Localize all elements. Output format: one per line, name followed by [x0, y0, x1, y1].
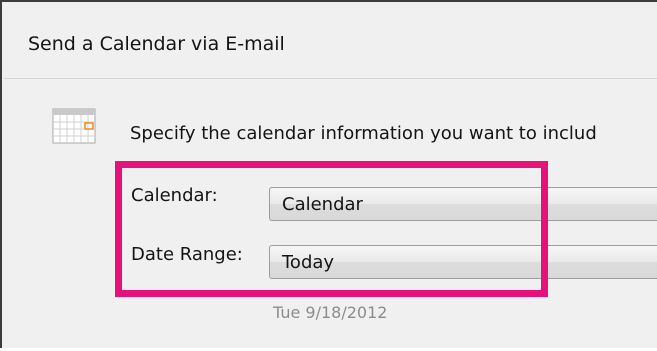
- calendar-dropdown-value: Calendar: [282, 194, 363, 215]
- date-range-label: Date Range:: [131, 244, 243, 265]
- date-range-dropdown-value: Today: [282, 252, 335, 273]
- window-title: Send a Calendar via E-mail: [28, 33, 285, 55]
- dialog-window: Send a Calendar via E-mail: [0, 0, 657, 348]
- calendar-grid-icon: [52, 108, 96, 144]
- date-range-dropdown[interactable]: Today: [269, 245, 657, 279]
- title-bar[interactable]: Send a Calendar via E-mail: [4, 4, 657, 78]
- calendar-label: Calendar:: [131, 185, 218, 206]
- instruction-text: Specify the calendar information you wan…: [130, 123, 597, 144]
- calendar-dropdown[interactable]: Calendar: [269, 187, 657, 221]
- date-range-note: Tue 9/18/2012: [273, 303, 388, 322]
